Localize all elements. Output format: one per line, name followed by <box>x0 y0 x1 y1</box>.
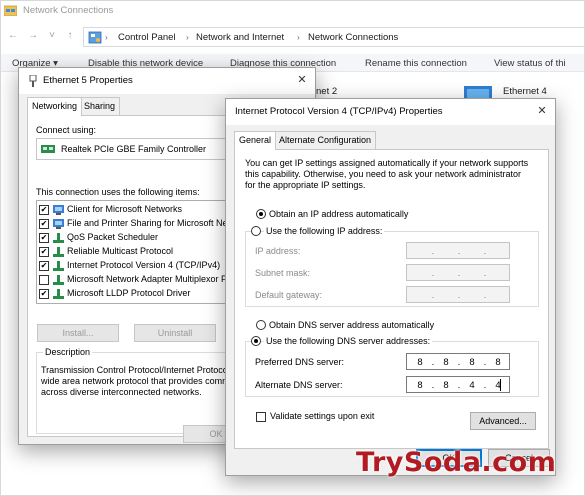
preferred-dns-field[interactable]: 8 . 8 . 8 . 8 <box>406 353 510 370</box>
ipv4-properties-dialog: Internet Protocol Version 4 (TCP/IPv4) P… <box>225 98 556 476</box>
obtain-ip-auto-radio[interactable] <box>256 209 266 219</box>
back-arrow-icon[interactable]: ← <box>6 29 20 43</box>
connection-item-label[interactable]: net 2 <box>316 86 337 97</box>
use-following-dns-label[interactable]: Use the following DNS server addresses: <box>264 336 433 346</box>
validate-settings-label[interactable]: Validate settings upon exit <box>270 411 374 421</box>
use-following-ip-radio[interactable] <box>251 226 261 236</box>
obtain-dns-auto-label[interactable]: Obtain DNS server address automatically <box>269 320 434 330</box>
breadcrumb-separator-icon: › <box>105 32 108 42</box>
protocol-icon <box>53 233 64 243</box>
breadcrumb-separator-icon: › <box>186 32 189 42</box>
ipv4-properties-titlebar: Internet Protocol Version 4 (TCP/IPv4) P… <box>226 99 555 125</box>
validate-settings-checkbox[interactable] <box>256 412 266 422</box>
text-cursor <box>500 379 501 391</box>
default-gateway-field[interactable]: ... <box>406 286 510 303</box>
tab-general[interactable]: General <box>234 131 277 150</box>
recent-locations-chevron-icon[interactable]: ˅ <box>45 29 59 43</box>
item-checkbox[interactable]: ✔ <box>39 233 49 243</box>
window-title: Network Connections <box>23 5 114 16</box>
install-button[interactable]: Install... <box>37 324 119 342</box>
description-label: Description <box>43 347 93 357</box>
item-label: QoS Packet Scheduler <box>67 232 159 242</box>
intro-text-line: You can get IP settings assigned automat… <box>245 158 529 168</box>
item-checkbox[interactable] <box>39 275 49 285</box>
breadcrumb-control-panel[interactable]: Control Panel <box>118 32 176 43</box>
address-bar[interactable]: › Control Panel › Network and Internet ›… <box>83 27 585 47</box>
breadcrumb-network-and-internet[interactable]: Network and Internet <box>196 32 284 43</box>
network-connections-icon <box>4 5 17 16</box>
breadcrumb-network-connections[interactable]: Network Connections <box>308 32 398 43</box>
client-network-icon <box>53 205 64 215</box>
ip-address-label: IP address: <box>255 246 301 256</box>
network-connections-titlebar: Network Connections <box>0 0 585 22</box>
ethernet-tabs: Networking Sharing <box>27 97 227 116</box>
item-checkbox[interactable]: ✔ <box>39 289 49 299</box>
address-bar-row: ← → ˅ ↑ › Control Panel › Network and In… <box>0 26 585 48</box>
default-gateway-label: Default gateway: <box>255 290 323 300</box>
intro-text-line: this capability. Otherwise, you need to … <box>245 169 521 179</box>
obtain-ip-auto-label[interactable]: Obtain an IP address automatically <box>269 209 408 219</box>
intro-text-line: for the appropriate IP settings. <box>245 180 366 190</box>
item-label: Client for Microsoft Networks <box>67 204 183 214</box>
tab-sharing[interactable]: Sharing <box>79 97 121 115</box>
obtain-dns-auto-radio[interactable] <box>256 320 266 330</box>
rename-connection-command[interactable]: Rename this connection <box>365 58 467 69</box>
items-label: This connection uses the following items… <box>36 187 200 197</box>
connection-item-ethernet-4[interactable]: Ethernet 4 <box>503 86 547 97</box>
alternate-dns-label: Alternate DNS server: <box>255 380 343 390</box>
ip-address-group: Use the following IP address: IP address… <box>245 226 539 307</box>
protocol-icon <box>53 289 64 299</box>
ethernet-properties-titlebar: Ethernet 5 Properties ✕ <box>19 68 315 94</box>
advanced-button[interactable]: Advanced... <box>470 412 536 430</box>
close-icon[interactable]: ✕ <box>293 72 311 88</box>
adapter-name: Realtek PCIe GBE Family Controller <box>61 144 207 154</box>
dns-server-group: Use the following DNS server addresses: … <box>245 336 539 397</box>
ethernet-plug-icon <box>29 75 37 87</box>
tab-networking[interactable]: Networking <box>27 97 83 116</box>
item-label: Reliable Multicast Protocol <box>67 246 174 256</box>
printer-sharing-icon <box>53 219 64 229</box>
protocol-icon <box>53 247 64 257</box>
item-checkbox[interactable]: ✔ <box>39 261 49 271</box>
close-icon[interactable]: ✕ <box>533 103 551 119</box>
subnet-mask-field[interactable]: ... <box>406 264 510 281</box>
item-checkbox[interactable]: ✔ <box>39 247 49 257</box>
item-label: File and Printer Sharing for Microsoft N… <box>67 218 231 228</box>
protocol-icon <box>53 275 64 285</box>
connect-using-label: Connect using: <box>36 125 97 135</box>
description-line: across diverse interconnected networks. <box>41 387 202 397</box>
ethernet-properties-title: Ethernet 5 Properties <box>43 75 133 86</box>
uninstall-button[interactable]: Uninstall <box>134 324 216 342</box>
view-status-command[interactable]: View status of thi <box>494 58 566 69</box>
ipv4-tabs: General Alternate Configuration <box>234 131 474 150</box>
preferred-dns-label: Preferred DNS server: <box>255 357 345 367</box>
general-panel: You can get IP settings assigned automat… <box>234 149 549 449</box>
breadcrumb-separator-icon: › <box>297 32 300 42</box>
item-label: Internet Protocol Version 4 (TCP/IPv4) <box>67 260 221 270</box>
ip-address-field[interactable]: ... <box>406 242 510 259</box>
up-arrow-icon[interactable]: ↑ <box>63 29 77 43</box>
alternate-dns-field[interactable]: 8 . 8 . 4 . 4 <box>406 376 510 393</box>
use-following-dns-radio[interactable] <box>251 336 261 346</box>
description-line: wide area network protocol that provides… <box>41 376 230 386</box>
item-checkbox[interactable]: ✔ <box>39 205 49 215</box>
ipv4-properties-title: Internet Protocol Version 4 (TCP/IPv4) P… <box>235 106 443 117</box>
forward-arrow-icon[interactable]: → <box>26 29 40 43</box>
item-label: Microsoft Network Adapter Multiplexor P <box>67 274 228 284</box>
use-following-ip-label[interactable]: Use the following IP address: <box>264 226 385 236</box>
item-checkbox[interactable]: ✔ <box>39 219 49 229</box>
network-adapter-icon <box>41 145 55 153</box>
item-label: Microsoft LLDP Protocol Driver <box>67 288 191 298</box>
trysoda-watermark: TrySoda.com <box>356 447 557 478</box>
protocol-icon <box>53 261 64 271</box>
control-panel-icon <box>88 31 102 44</box>
subnet-mask-label: Subnet mask: <box>255 268 311 278</box>
tab-alternate-configuration[interactable]: Alternate Configuration <box>274 131 377 149</box>
description-line: Transmission Control Protocol/Internet P… <box>41 365 228 375</box>
